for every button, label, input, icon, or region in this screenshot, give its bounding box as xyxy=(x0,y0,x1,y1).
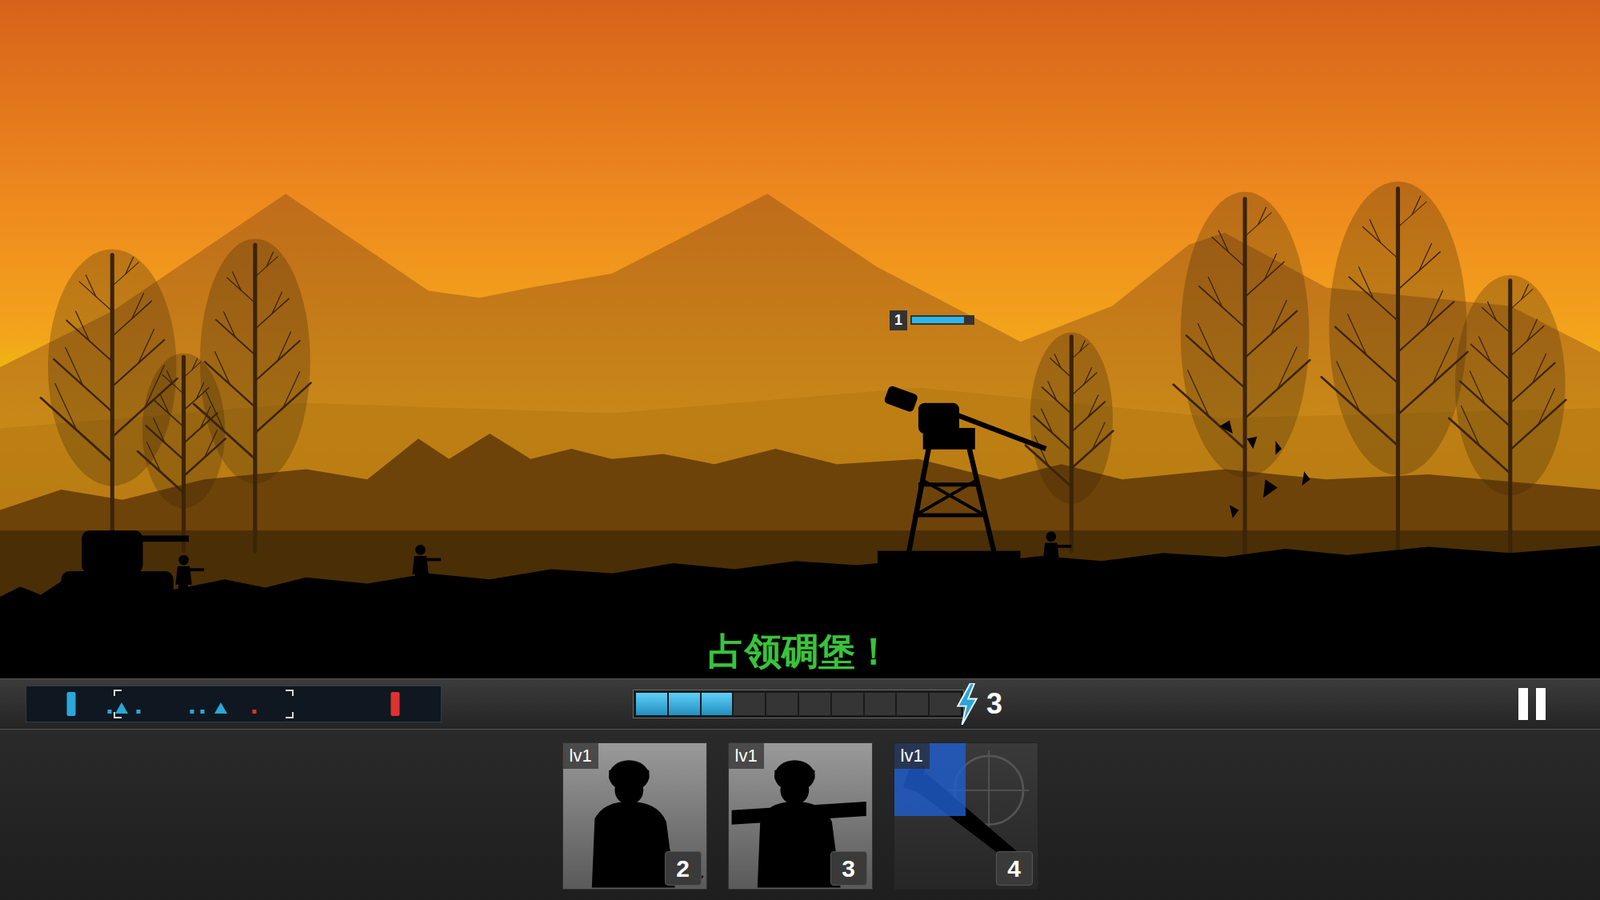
soldier xyxy=(1043,531,1072,573)
minimap-vehicle-icon xyxy=(214,702,228,714)
card-level: lv1 xyxy=(894,743,930,769)
minimap-base-marker xyxy=(391,692,400,716)
energy-bar xyxy=(632,689,964,719)
unit-card[interactable]: lv1 2 xyxy=(562,742,708,890)
minimap-soldier-marker xyxy=(190,709,195,714)
bunker-tower xyxy=(877,384,1046,572)
card-cost: 3 xyxy=(830,851,868,887)
tree xyxy=(1321,181,1468,556)
energy-segment xyxy=(733,692,765,716)
minimap-base-marker xyxy=(66,692,76,716)
energy-segment xyxy=(864,692,896,716)
soldier xyxy=(175,555,204,597)
unit-card[interactable]: lv1 4 xyxy=(893,742,1039,890)
grass xyxy=(0,545,1600,679)
unit-card-tray: lv1 2 lv1 3 lv1 4 xyxy=(0,729,1600,900)
pause-button[interactable] xyxy=(1515,684,1549,724)
bunker-status: 1 xyxy=(889,310,975,331)
energy-segment xyxy=(929,692,961,716)
minimap-soldier-marker xyxy=(136,709,140,714)
minimap-soldier-marker xyxy=(107,709,112,714)
minimap-soldier-marker xyxy=(200,709,205,714)
card-level: lv1 xyxy=(563,743,599,769)
debris xyxy=(1219,420,1311,518)
objective-text: 占领碉堡！ xyxy=(701,628,899,676)
energy-segment xyxy=(799,692,831,716)
energy-segment xyxy=(668,692,700,716)
bunker-health-bar xyxy=(910,315,975,325)
lightning-icon xyxy=(954,683,980,725)
bunker-level: 1 xyxy=(889,310,908,331)
minimap-soldier-marker xyxy=(252,709,256,714)
energy-segment xyxy=(701,692,733,716)
energy-segment xyxy=(766,692,798,716)
battlefield-scene xyxy=(0,0,1600,679)
minimap-vehicle-icon xyxy=(115,702,128,714)
energy-count: 3 xyxy=(984,689,1004,719)
tree xyxy=(1025,332,1114,551)
soldier xyxy=(412,544,441,587)
card-cost: 4 xyxy=(996,851,1033,887)
minimap[interactable] xyxy=(25,685,442,723)
unit-card[interactable]: lv1 3 xyxy=(728,742,873,890)
energy-meter: 3 xyxy=(632,683,1004,725)
tree xyxy=(193,238,311,551)
card-level: lv1 xyxy=(728,743,764,769)
game-screen: 1 占领碉堡！ 3 lv1 2 lv1 3 lv1 4 xyxy=(0,0,1600,900)
energy-segment xyxy=(636,692,668,716)
card-cost: 2 xyxy=(664,851,702,887)
battlefield: 1 占领碉堡！ xyxy=(0,0,1600,679)
tree xyxy=(1448,275,1566,556)
energy-segment xyxy=(896,692,928,716)
minimap-viewport[interactable] xyxy=(113,689,294,719)
energy-segment xyxy=(832,692,864,716)
tree xyxy=(1173,192,1311,556)
tank xyxy=(61,530,189,602)
hud-bar: 3 xyxy=(0,678,1600,730)
